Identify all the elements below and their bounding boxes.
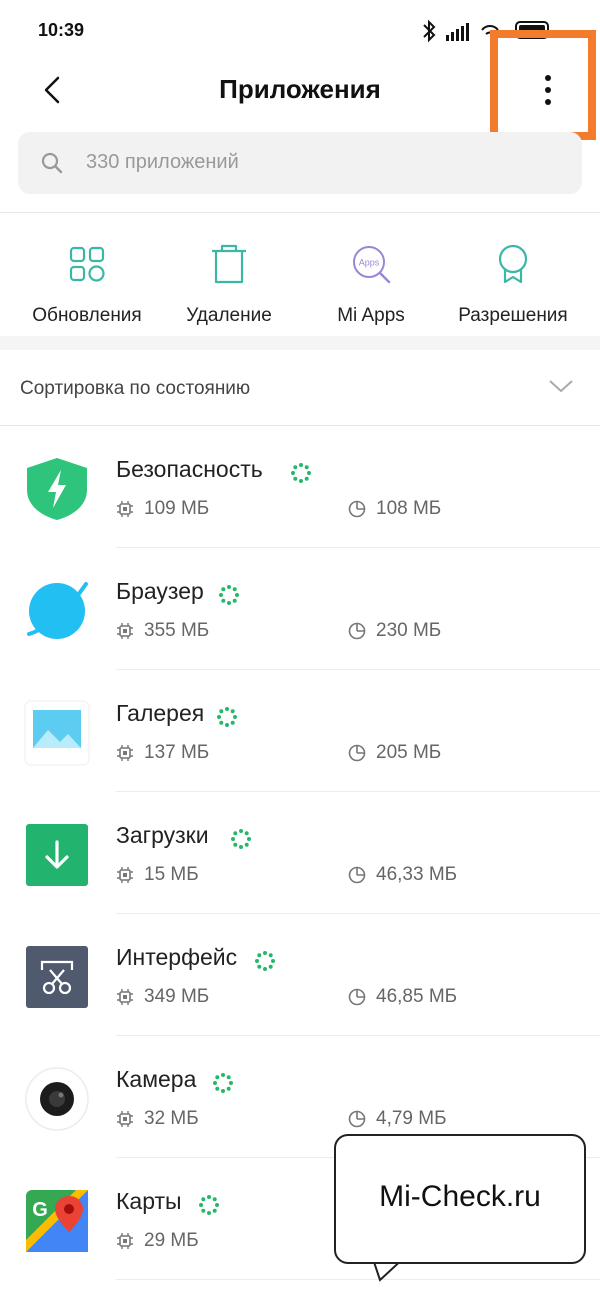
app-row-browser[interactable]: Браузер 355 МБ 230 МБ: [0, 548, 600, 670]
data-usage-icon: [348, 500, 366, 518]
highlight-frame: [490, 30, 596, 140]
data-usage-icon: [348, 744, 366, 762]
app-data: 46,33 МБ: [376, 864, 458, 885]
app-name: Интерфейс: [116, 944, 238, 970]
bluetooth-icon: [423, 19, 436, 43]
loading-icon: [199, 1195, 219, 1215]
chip-icon: [117, 989, 133, 1005]
interface-icon: [26, 946, 88, 1008]
app-data: 46,85 МБ: [376, 986, 458, 1007]
app-memory: 32 МБ: [144, 1108, 199, 1129]
shortcut-label: Mi Apps: [337, 305, 405, 326]
apps-search-icon: Apps: [353, 246, 391, 284]
loading-icon: [219, 585, 239, 605]
camera-icon: [25, 1067, 89, 1131]
shield-icon: [27, 458, 87, 520]
chip-icon: [117, 501, 133, 517]
app-data: 108 МБ: [376, 498, 442, 519]
app-name: Галерея: [116, 700, 205, 726]
chip-icon: [117, 623, 133, 639]
app-memory: 29 МБ: [144, 1230, 199, 1251]
shortcut-label: Разрешения: [458, 305, 568, 326]
app-row-security[interactable]: Безопасность 109 МБ 108 МБ: [0, 426, 600, 548]
app-row-interface[interactable]: Интерфейс 349 МБ 46,85 МБ: [0, 914, 600, 1036]
loading-icon: [255, 951, 275, 971]
chip-icon: [117, 1111, 133, 1127]
app-row-gallery[interactable]: Галерея 137 МБ 205 МБ: [0, 670, 600, 792]
trash-icon: [212, 244, 246, 284]
data-usage-icon: [348, 622, 366, 640]
maps-icon-letter: G: [32, 1199, 48, 1221]
chip-icon: [117, 745, 133, 761]
chip-icon: [117, 867, 133, 883]
app-name: Браузер: [116, 578, 204, 604]
grid-icon: [69, 246, 105, 282]
app-memory: 355 МБ: [144, 620, 210, 641]
divider: [0, 212, 600, 213]
apps-icon-text: Apps: [359, 258, 380, 268]
downloads-icon: [26, 824, 88, 886]
chevron-down-icon: [549, 380, 573, 393]
data-usage-icon: [348, 866, 366, 884]
app-data: 205 МБ: [376, 742, 442, 763]
gallery-icon: [24, 700, 90, 766]
search-input[interactable]: 330 приложений: [18, 132, 582, 194]
loading-icon: [213, 1073, 233, 1093]
chip-icon: [117, 1233, 133, 1249]
watermark-text: Mi-Check.ru: [379, 1180, 541, 1213]
sort-label: Сортировка по состоянию: [20, 378, 251, 399]
app-name: Карты: [116, 1188, 182, 1214]
watermark-bubble: Mi-Check.ru: [334, 1134, 586, 1264]
badge-icon: [498, 244, 528, 284]
row-divider: [116, 1279, 600, 1280]
data-usage-icon: [348, 988, 366, 1006]
shortcut-uninstall[interactable]: Удаление: [154, 222, 304, 327]
app-data: 230 МБ: [376, 620, 442, 641]
loading-icon: [231, 829, 251, 849]
shortcut-label: Обновления: [32, 305, 142, 326]
maps-icon: G: [26, 1190, 88, 1252]
app-memory: 15 МБ: [144, 864, 199, 885]
shortcut-bar: Обновления Удаление Apps Mi Apps Разреше…: [0, 222, 600, 334]
signal-icon: [446, 23, 469, 41]
loading-icon: [217, 707, 237, 727]
status-time: 10:39: [38, 20, 85, 40]
app-memory: 109 МБ: [144, 498, 210, 519]
shortcut-permissions[interactable]: Разрешения: [438, 222, 588, 327]
data-usage-icon: [348, 1110, 366, 1128]
shortcut-label: Удаление: [186, 305, 272, 326]
app-name: Безопасность: [116, 456, 263, 482]
app-name: Загрузки: [116, 822, 209, 848]
search-placeholder: 330 приложений: [86, 151, 239, 173]
app-row-downloads[interactable]: Загрузки 15 МБ 46,33 МБ: [0, 792, 600, 914]
app-name: Камера: [116, 1066, 197, 1092]
section-gap: [0, 336, 600, 350]
shortcut-mi-apps[interactable]: Apps Mi Apps: [296, 222, 446, 327]
shortcut-updates[interactable]: Обновления: [12, 222, 162, 327]
app-memory: 349 МБ: [144, 986, 210, 1007]
search-icon: [41, 152, 63, 174]
app-memory: 137 МБ: [144, 742, 210, 763]
sort-selector[interactable]: Сортировка по состоянию: [0, 350, 600, 426]
browser-icon: [27, 582, 88, 639]
loading-icon: [291, 463, 311, 483]
app-data: 4,79 МБ: [376, 1108, 447, 1129]
